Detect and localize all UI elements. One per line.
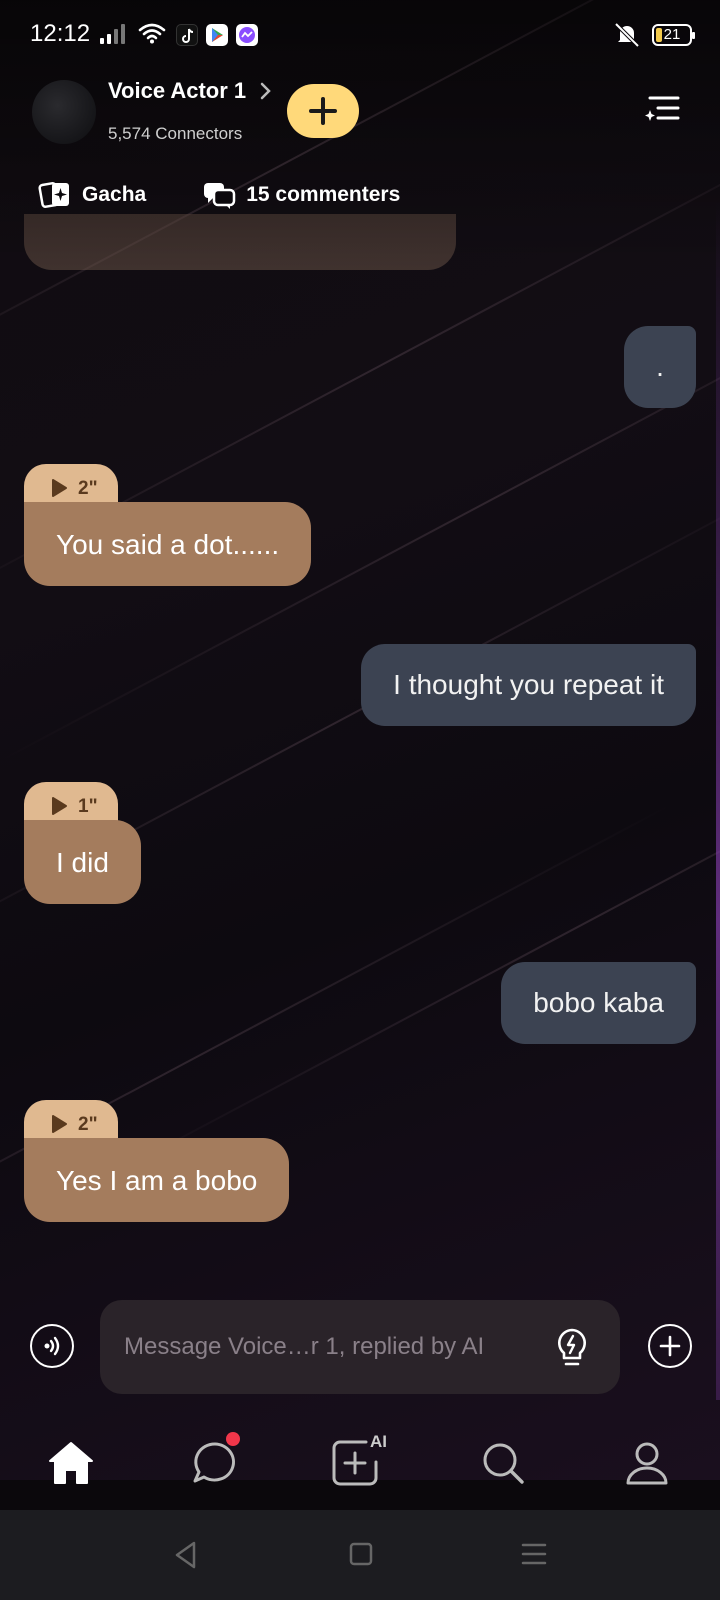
message-text: bobo kaba	[533, 987, 664, 1018]
avatar[interactable]	[32, 80, 96, 144]
back-icon[interactable]	[172, 1540, 200, 1570]
voice-duration: 2"	[78, 478, 98, 499]
status-time: 12:12	[30, 20, 91, 47]
system-navigation-bar	[0, 1510, 720, 1600]
message-bubble: You said a dot......	[24, 502, 312, 586]
comments-icon	[204, 183, 236, 209]
connectors-count: 5,574 Connectors	[108, 124, 243, 143]
play-store-icon	[206, 24, 228, 46]
battery-icon: 21	[652, 24, 695, 46]
status-bar: 12:12 21	[0, 0, 720, 70]
message-text: I thought you repeat it	[393, 669, 664, 700]
message-bubble: Yes I am a bobo	[24, 1138, 290, 1222]
recents-icon[interactable]	[520, 1540, 548, 1568]
message-text: .	[656, 351, 664, 382]
chevron-right-icon	[260, 82, 271, 100]
tiktok-icon	[176, 24, 198, 46]
message-input[interactable]	[124, 1300, 524, 1394]
plus-icon	[309, 97, 337, 125]
message-text: Yes I am a bobo	[56, 1165, 258, 1196]
user-message[interactable]: .	[624, 326, 696, 408]
mute-icon	[614, 22, 640, 48]
notification-dot	[226, 1432, 240, 1446]
follow-button[interactable]	[287, 84, 359, 138]
battery-level: 21	[663, 26, 681, 43]
chat-icon	[193, 1442, 235, 1483]
add-attachment-button[interactable]	[648, 1324, 692, 1368]
wifi-icon	[138, 23, 166, 44]
message-text: You said a dot......	[56, 529, 280, 560]
user-message[interactable]: I thought you repeat it	[361, 644, 696, 726]
ai-badge: AI	[370, 1432, 387, 1451]
voice-mode-icon	[44, 1336, 60, 1356]
play-icon	[52, 1115, 67, 1133]
play-icon	[52, 797, 67, 815]
voice-duration: 2"	[78, 1114, 98, 1135]
tab-home[interactable]	[44, 1436, 98, 1490]
tab-search[interactable]	[476, 1436, 530, 1490]
page-title: Voice Actor 1	[108, 78, 247, 103]
gacha-icon	[38, 182, 69, 208]
bottom-tab-bar: AI	[0, 1410, 720, 1500]
signal-icon	[100, 24, 125, 44]
plus-circle-icon	[659, 1335, 681, 1357]
info-chips: Gacha 15 commenters	[38, 180, 400, 210]
tab-create-ai[interactable]: AI	[330, 1432, 387, 1490]
previous-message-bubble	[24, 214, 456, 270]
commenters-label: 15 commenters	[246, 183, 401, 206]
home-square-icon[interactable]	[348, 1540, 374, 1568]
commenters-chip[interactable]: 15 commenters	[202, 180, 400, 210]
sparkle-menu-icon[interactable]	[642, 88, 682, 128]
play-icon	[52, 479, 67, 497]
profile-title-link[interactable]: Voice Actor 1	[108, 78, 272, 104]
gacha-chip[interactable]: Gacha	[38, 180, 146, 210]
gacha-label: Gacha	[82, 183, 147, 206]
home-icon	[49, 1442, 93, 1484]
user-message[interactable]: bobo kaba	[501, 962, 696, 1044]
message-bubble: I did	[24, 820, 141, 904]
lightbulb-icon[interactable]	[552, 1326, 592, 1370]
voice-duration: 1"	[78, 796, 98, 817]
search-icon	[483, 1443, 524, 1484]
messenger-icon	[236, 24, 258, 46]
tab-profile[interactable]	[620, 1436, 674, 1490]
profile-icon	[626, 1442, 668, 1485]
message-composer	[100, 1300, 620, 1394]
tab-messages[interactable]	[188, 1432, 242, 1490]
message-text: I did	[56, 847, 109, 878]
voice-mode-button[interactable]	[30, 1324, 74, 1368]
